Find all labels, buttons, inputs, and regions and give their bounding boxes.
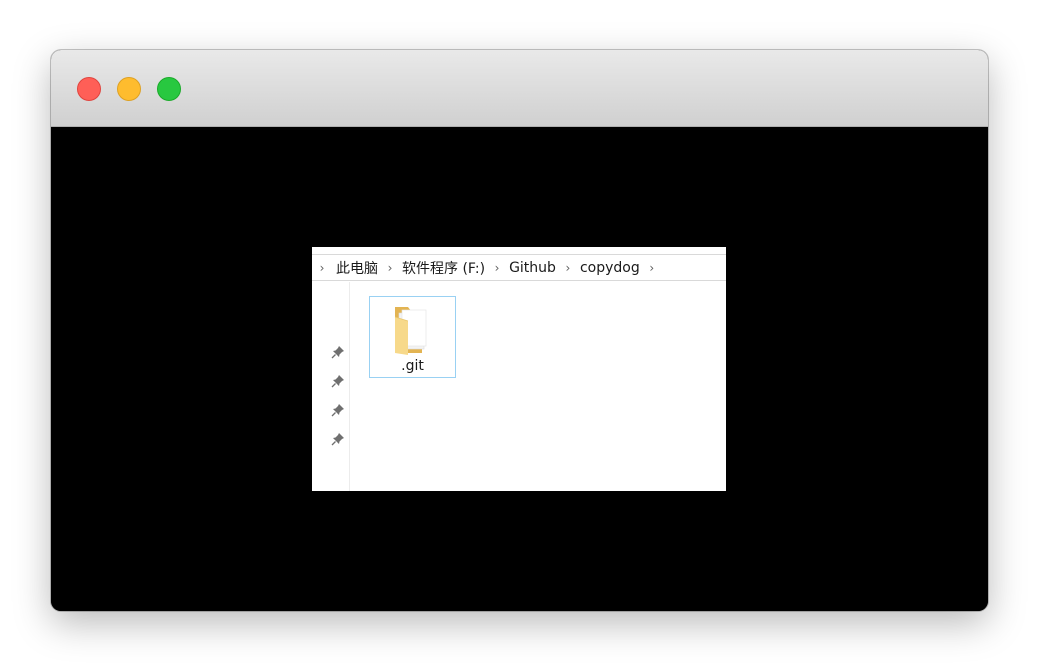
- breadcrumb-separator-icon[interactable]: ›: [384, 261, 396, 275]
- breadcrumb-item-drive-f[interactable]: 软件程序 (F:): [402, 258, 485, 278]
- desktop-background: › 此电脑 › 软件程序 (F:) › Github › copydog › .…: [0, 0, 1039, 663]
- pin-icon[interactable]: [331, 432, 345, 446]
- window-content: › 此电脑 › 软件程序 (F:) › Github › copydog › .…: [51, 127, 988, 611]
- file-name-label: .git: [401, 358, 424, 374]
- breadcrumb[interactable]: › 此电脑 › 软件程序 (F:) › Github › copydog ›: [312, 255, 726, 281]
- app-window: › 此电脑 › 软件程序 (F:) › Github › copydog › .…: [51, 50, 988, 611]
- zoom-window-button[interactable]: [157, 77, 181, 101]
- navigation-pane: [312, 282, 350, 491]
- breadcrumb-separator-icon[interactable]: ›: [646, 261, 658, 275]
- breadcrumb-item-this-pc[interactable]: 此电脑: [336, 258, 378, 278]
- file-item-git-folder[interactable]: .git: [369, 296, 456, 378]
- pin-icon[interactable]: [331, 403, 345, 417]
- file-list: .git: [351, 282, 726, 491]
- window-titlebar[interactable]: [51, 50, 988, 127]
- breadcrumb-separator-icon[interactable]: ›: [562, 261, 574, 275]
- breadcrumb-separator-icon[interactable]: ›: [316, 261, 328, 275]
- minimize-window-button[interactable]: [117, 77, 141, 101]
- explorer-top-strip: [312, 247, 726, 255]
- breadcrumb-item-copydog[interactable]: copydog: [580, 260, 640, 276]
- breadcrumb-item-github[interactable]: Github: [509, 260, 556, 276]
- file-explorer-panel: › 此电脑 › 软件程序 (F:) › Github › copydog › .…: [312, 247, 726, 491]
- pin-icon[interactable]: [331, 345, 345, 359]
- breadcrumb-separator-icon[interactable]: ›: [491, 261, 503, 275]
- close-window-button[interactable]: [77, 77, 101, 101]
- pin-icon[interactable]: [331, 374, 345, 388]
- folder-icon: [394, 307, 427, 355]
